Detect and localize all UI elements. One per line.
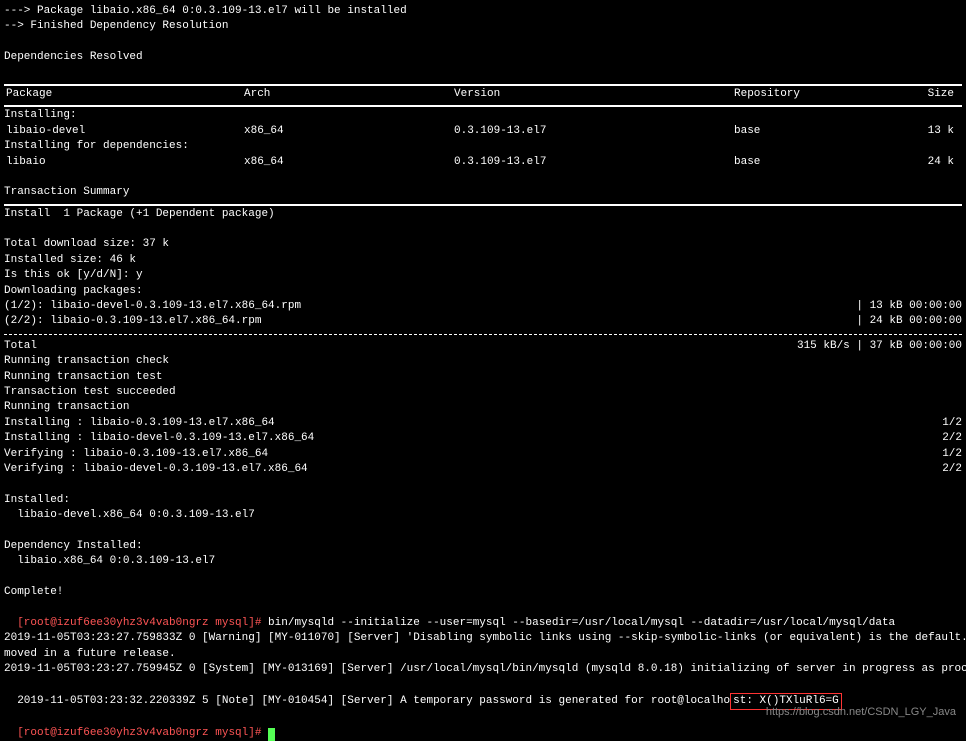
blank-line [4,524,962,539]
output-line: ---> Package libaio.x86_64 0:0.3.109-13.… [4,4,962,19]
installed-pkg: libaio-devel.x86_64 0:0.3.109-13.el7 [4,508,962,523]
cell-package: libaio-devel [4,124,244,139]
output-line: Dependencies Resolved [4,50,962,65]
transaction-test: Running transaction test [4,370,962,385]
step-row: Verifying : libaio-devel-0.3.109-13.el7.… [4,462,962,477]
shell-command [261,727,268,739]
section-installing-deps: Installing for dependencies: [4,139,962,154]
blank-line [4,570,962,585]
transaction-succeeded: Transaction test succeeded [4,385,962,400]
log-line: 2019-11-05T03:23:27.759833Z 0 [Warning] … [4,631,962,646]
log-line: 2019-11-05T03:23:27.759945Z 0 [System] [… [4,662,962,677]
dep-installed-title: Dependency Installed: [4,539,962,554]
download-file: (2/2): libaio-0.3.109-13.el7.x86_64.rpm [4,314,261,329]
download-stats: | 24 kB 00:00:00 [856,314,962,329]
cell-version: 0.3.109-13.el7 [454,155,734,170]
download-size: Total download size: 37 k [4,237,962,252]
dep-installed-pkg: libaio.x86_64 0:0.3.109-13.el7 [4,554,962,569]
divider [4,203,962,205]
dashed-divider [4,334,962,335]
step-label: Installing : libaio-devel-0.3.109-13.el7… [4,431,314,446]
step-label: Verifying : libaio-0.3.109-13.el7.x86_64 [4,447,268,462]
download-row: (2/2): libaio-0.3.109-13.el7.x86_64.rpm … [4,314,962,329]
cell-version: 0.3.109-13.el7 [454,124,734,139]
header-size: Size [894,87,954,102]
transaction-check: Running transaction check [4,354,962,369]
step-count: 1/2 [942,416,962,431]
blank-line [4,222,962,237]
table-row: libaio x86_64 0.3.109-13.el7 base 24 k [4,155,962,170]
cell-size: 13 k [894,124,954,139]
blank-line [4,170,962,185]
blank-line [4,477,962,492]
log-text: 2019-11-05T03:23:32.220339Z 5 [Note] [MY… [17,695,730,707]
cell-repo: base [734,155,894,170]
download-row: (1/2): libaio-devel-0.3.109-13.el7.x86_6… [4,299,962,314]
table-row: libaio-devel x86_64 0.3.109-13.el7 base … [4,124,962,139]
transaction-summary-title: Transaction Summary [4,185,962,200]
download-file: (1/2): libaio-devel-0.3.109-13.el7.x86_6… [4,299,301,314]
output-line [4,66,962,81]
step-row: Installing : libaio-0.3.109-13.el7.x86_6… [4,416,962,431]
output-line [4,35,962,50]
shell-prompt: [root@izuf6ee30yhz3v4vab0ngrz mysql]# [17,617,261,629]
step-label: Verifying : libaio-devel-0.3.109-13.el7.… [4,462,308,477]
log-line: moved in a future release. [4,647,962,662]
output-line: --> Finished Dependency Resolution [4,19,962,34]
section-installing: Installing: [4,108,962,123]
step-row: Verifying : libaio-0.3.109-13.el7.x86_64… [4,447,962,462]
step-label: Installing : libaio-0.3.109-13.el7.x86_6… [4,416,275,431]
header-repository: Repository [734,87,894,102]
cell-repo: base [734,124,894,139]
install-summary: Install 1 Package (+1 Dependent package) [4,207,962,222]
step-count: 2/2 [942,431,962,446]
complete-label: Complete! [4,585,962,600]
transaction-running: Running transaction [4,400,962,415]
total-row: Total 315 kB/s | 37 kB 00:00:00 [4,339,962,354]
step-count: 1/2 [942,447,962,462]
header-version: Version [454,87,734,102]
total-stats: 315 kB/s | 37 kB 00:00:00 [797,339,962,354]
installed-title: Installed: [4,493,962,508]
shell-prompt: [root@izuf6ee30yhz3v4vab0ngrz mysql]# [17,727,261,739]
download-stats: | 13 kB 00:00:00 [856,299,962,314]
divider [4,104,962,106]
cell-size: 24 k [894,155,954,170]
table-header: Package Arch Version Repository Size [4,87,962,102]
step-row: Installing : libaio-devel-0.3.109-13.el7… [4,431,962,446]
installed-size: Installed size: 46 k [4,253,962,268]
command-line[interactable]: [root@izuf6ee30yhz3v4vab0ngrz mysql]# bi… [4,600,962,631]
step-count: 2/2 [942,462,962,477]
header-arch: Arch [244,87,454,102]
total-label: Total [4,339,37,354]
shell-command: bin/mysqld --initialize --user=mysql --b… [261,617,895,629]
divider [4,83,962,85]
confirm-prompt: Is this ok [y/d/N]: y [4,268,962,283]
header-package: Package [4,87,244,102]
cell-arch: x86_64 [244,155,454,170]
cell-arch: x86_64 [244,124,454,139]
watermark: https://blog.csdn.net/CSDN_LGY_Java [766,705,956,720]
downloading-label: Downloading packages: [4,284,962,299]
cell-package: libaio [4,155,244,170]
